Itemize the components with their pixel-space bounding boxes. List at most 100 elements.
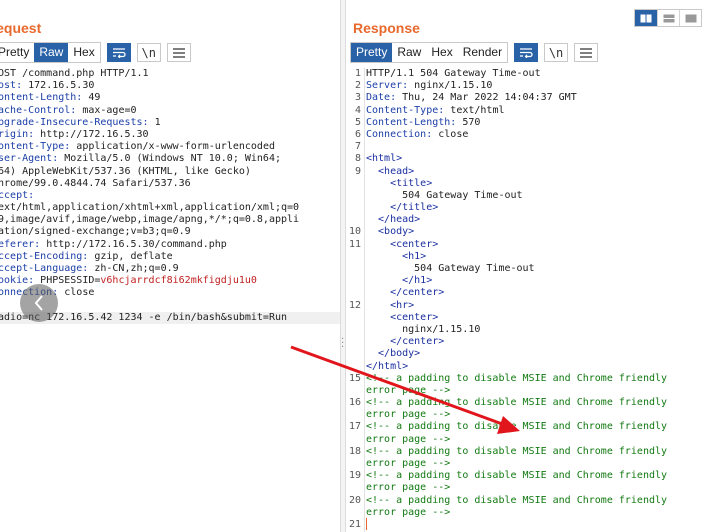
response-line-text: HTTP/1.1 504 Gateway Time-out xyxy=(366,68,541,79)
request-line-value: 1 xyxy=(148,116,161,128)
response-line-text: Content-Type: xyxy=(366,104,445,116)
request-tab-hex[interactable]: Hex xyxy=(68,43,100,62)
back-button[interactable] xyxy=(20,284,58,322)
request-line-value: text/html,application/xhtml+xml,applicat… xyxy=(0,202,300,214)
response-line: error page --> xyxy=(346,507,704,519)
hamburger-menu-icon xyxy=(580,47,593,58)
request-view-tabs: Pretty Raw Hex xyxy=(0,42,101,63)
response-line-value: Thu, 24 Mar 2022 14:04:37 GMT xyxy=(396,92,577,104)
response-line-text: error page --> xyxy=(366,409,451,421)
line-number: 6 xyxy=(354,128,361,140)
response-line-text: <!-- a padding to disable MSIE and Chrom… xyxy=(366,397,668,409)
request-newline-button[interactable]: \n xyxy=(136,43,161,62)
response-line: 11 <center> xyxy=(346,239,704,251)
response-tab-render[interactable]: Render xyxy=(457,43,508,62)
line-number: 9 xyxy=(354,165,361,177)
single-pane-icon[interactable] xyxy=(679,10,701,26)
response-line-text: <!-- a padding to disable MSIE and Chrom… xyxy=(366,421,668,433)
response-line-text: <head> xyxy=(366,165,415,177)
response-title: Response xyxy=(353,20,420,36)
request-line-value: close xyxy=(58,287,95,299)
request-line-key: Content-Type: xyxy=(0,141,71,153)
response-newline-button[interactable]: \n xyxy=(544,43,569,62)
cookie-session-value: v6hcjarrdcf8i62mkfigdju1u0 xyxy=(100,275,257,287)
response-line-text: error page --> xyxy=(366,384,451,396)
request-line: Accept-Encoding: gzip, deflate xyxy=(0,251,340,263)
response-line: 16 <!-- a padding to disable MSIE and Chr… xyxy=(346,397,704,409)
response-line: <h1> xyxy=(346,251,704,263)
request-menu-button[interactable] xyxy=(166,43,191,62)
request-line: x64) AppleWebKit/537.36 (KHTML, like Gec… xyxy=(0,166,340,178)
request-line-key: POST /command.php HTTP/1.1 xyxy=(0,68,149,79)
response-line-text: Server: xyxy=(366,80,409,92)
response-line-value: 570 xyxy=(456,116,481,128)
request-line-value: zh-CN,zh;q=0.9 xyxy=(88,263,179,274)
response-line: 9 <head> xyxy=(346,166,704,178)
newline-label: \n xyxy=(141,45,156,60)
line-number: 20 xyxy=(348,494,361,506)
request-line: Content-Type: application/x-www-form-url… xyxy=(0,141,340,153)
request-tab-raw[interactable]: Raw xyxy=(34,43,69,62)
line-number: 19 xyxy=(348,470,361,482)
response-line-text: Content-Length: xyxy=(366,116,457,128)
line-number: 5 xyxy=(354,116,361,128)
hamburger-menu-icon xyxy=(172,47,185,58)
response-line: error page --> xyxy=(346,434,704,446)
request-line-key: Cookie: xyxy=(0,275,35,287)
response-line-text: error page --> xyxy=(366,433,451,445)
response-tab-pretty[interactable]: Pretty xyxy=(351,43,393,62)
response-line: </title> xyxy=(346,202,704,214)
response-tab-hex[interactable]: Hex xyxy=(426,43,458,62)
response-tab-raw[interactable]: Raw xyxy=(392,43,427,62)
response-line: 18 <!-- a padding to disable MSIE and Chr… xyxy=(346,446,704,458)
response-line-text: </head> xyxy=(366,214,421,226)
response-line-text: <hr> xyxy=(366,299,415,311)
response-line: nginx/1.15.10 xyxy=(346,324,704,336)
request-line-key: Upgrade-Insecure-Requests: xyxy=(0,116,149,128)
response-editor[interactable]: 1 HTTP/1.1 504 Gateway Time-out 2 Server: n… xyxy=(346,68,704,532)
wrap-lines-icon xyxy=(520,48,533,58)
divider-grip-icon[interactable]: · · · xyxy=(341,335,345,353)
request-line-value: 49 xyxy=(82,92,101,104)
response-menu-button[interactable] xyxy=(574,43,599,62)
response-line-text: <!-- a padding to disable MSIE and Chrom… xyxy=(366,494,668,506)
request-line-key: Referer: xyxy=(0,238,41,250)
request-tab-pretty[interactable]: Pretty xyxy=(0,43,35,62)
request-line: Content-Length: 49 xyxy=(0,92,340,104)
response-line-text: error page --> xyxy=(366,482,451,494)
request-line-key: Host: xyxy=(0,80,23,92)
response-wrap-button[interactable] xyxy=(514,43,539,62)
request-line-value: .9,image/avif,image/webp,image/apng,*/*;… xyxy=(0,214,300,226)
wrap-lines-icon xyxy=(112,48,126,58)
response-pane: Response Pretty Raw Hex Render \n 1 HTTP… xyxy=(346,0,704,532)
response-line-text: <!-- a padding to disable MSIE and Chrom… xyxy=(366,445,668,457)
response-line: 1 HTTP/1.1 504 Gateway Time-out xyxy=(346,68,704,80)
request-line-key: Origin: xyxy=(0,128,35,140)
response-line-text: nginx/1.15.10 xyxy=(366,323,481,335)
response-line-value: text/html xyxy=(444,104,505,116)
line-number: 3 xyxy=(354,92,361,104)
request-line-key: Content-Length: xyxy=(0,92,83,104)
request-line: Accept-Language: zh-CN,zh;q=0.9 xyxy=(0,263,340,275)
split-horizontal-icon[interactable] xyxy=(635,10,657,26)
response-line-text: 504 Gateway Time-out xyxy=(366,189,523,201)
response-toolbar: Pretty Raw Hex Render \n xyxy=(350,42,599,63)
request-line: POST /command.php HTTP/1.1 xyxy=(0,68,340,80)
chevron-left-icon xyxy=(34,295,43,311)
request-pane: Request Pretty Raw Hex \n POST /command.… xyxy=(0,0,340,532)
response-line: 21 xyxy=(346,519,704,531)
response-line: 17 <!-- a padding to disable MSIE and Chr… xyxy=(346,421,704,433)
response-line-value: close xyxy=(432,128,469,140)
request-line-key: Accept: xyxy=(0,189,35,201)
request-line-value: max-age=0 xyxy=(76,104,137,116)
request-wrap-button[interactable] xyxy=(106,43,131,62)
response-line-text: </html> xyxy=(366,360,409,372)
response-line: 3 Date: Thu, 24 Mar 2022 14:04:37 GMT xyxy=(346,92,704,104)
response-line-text: <center> xyxy=(366,238,439,250)
response-line: error page --> xyxy=(346,458,704,470)
response-line: </html> xyxy=(346,361,704,373)
split-vertical-icon[interactable] xyxy=(657,10,679,26)
layout-toggle xyxy=(634,9,702,27)
request-line-value: application/x-www-form-urlencoded xyxy=(70,141,275,153)
response-line: error page --> xyxy=(346,409,704,421)
